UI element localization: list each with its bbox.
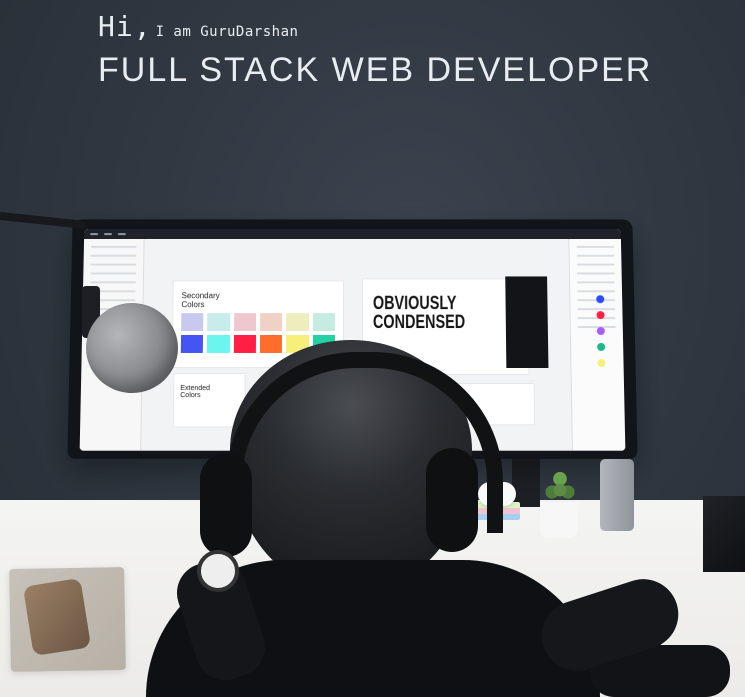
dark-preview-panel bbox=[505, 276, 549, 368]
secondary-colors-label: Secondary Colors bbox=[181, 291, 220, 310]
greeting-line: Hi, I am GuruDarshan bbox=[98, 10, 725, 43]
sidebar-line bbox=[90, 281, 136, 284]
color-swatch bbox=[181, 313, 204, 332]
color-swatch bbox=[286, 313, 309, 332]
color-swatch bbox=[260, 313, 283, 332]
headphone-earcup-right bbox=[426, 448, 478, 552]
color-dot bbox=[597, 342, 606, 351]
role-title: FULL STACK WEB DEVELOPER bbox=[98, 51, 653, 89]
hero-scene: Hi, I am GuruDarshan FULL STACK WEB DEVE… bbox=[0, 0, 745, 697]
color-swatch bbox=[207, 313, 230, 332]
corner-device bbox=[703, 496, 745, 572]
sidebar-line bbox=[90, 254, 137, 257]
microphone-arm bbox=[0, 212, 85, 229]
color-swatch bbox=[312, 313, 336, 332]
smartphone bbox=[22, 577, 92, 657]
sidebar-line bbox=[576, 272, 615, 275]
sidebar-line bbox=[90, 263, 137, 266]
sidebar-line bbox=[576, 254, 615, 257]
sidebar-line bbox=[577, 281, 615, 284]
color-swatch bbox=[207, 335, 230, 353]
color-dot-column bbox=[589, 288, 607, 375]
topbar-dot bbox=[104, 233, 112, 236]
color-swatch bbox=[233, 335, 257, 353]
sidebar-line bbox=[576, 263, 615, 266]
color-swatch bbox=[259, 335, 283, 353]
sidebar-line bbox=[90, 245, 137, 248]
greeting-text: Hi, bbox=[98, 10, 152, 43]
extended-colors-label: Extended Colors bbox=[180, 385, 211, 400]
topbar-dot bbox=[90, 233, 99, 236]
design-tool-right-sidebar bbox=[568, 239, 626, 451]
headphone-earcup-left bbox=[200, 453, 252, 557]
color-dot bbox=[596, 295, 605, 304]
color-dot bbox=[597, 358, 606, 367]
color-dot bbox=[596, 311, 605, 320]
microphone-windscreen bbox=[86, 303, 178, 393]
name-intro-text: I am GuruDarshan bbox=[155, 24, 299, 40]
screen-topbar bbox=[84, 229, 621, 240]
color-dot bbox=[596, 327, 605, 336]
docking-station bbox=[600, 459, 634, 531]
sidebar-line bbox=[90, 272, 137, 275]
plant-leaves bbox=[540, 470, 580, 510]
sidebar-line bbox=[576, 245, 615, 248]
hero-header: Hi, I am GuruDarshan FULL STACK WEB DEVE… bbox=[98, 10, 725, 90]
color-swatch bbox=[180, 335, 204, 353]
condensed-headline: OBVIOUSLY CONDENSED bbox=[372, 293, 466, 333]
topbar-dot bbox=[117, 233, 126, 236]
color-swatch bbox=[233, 313, 257, 332]
wristwatch bbox=[197, 550, 239, 592]
